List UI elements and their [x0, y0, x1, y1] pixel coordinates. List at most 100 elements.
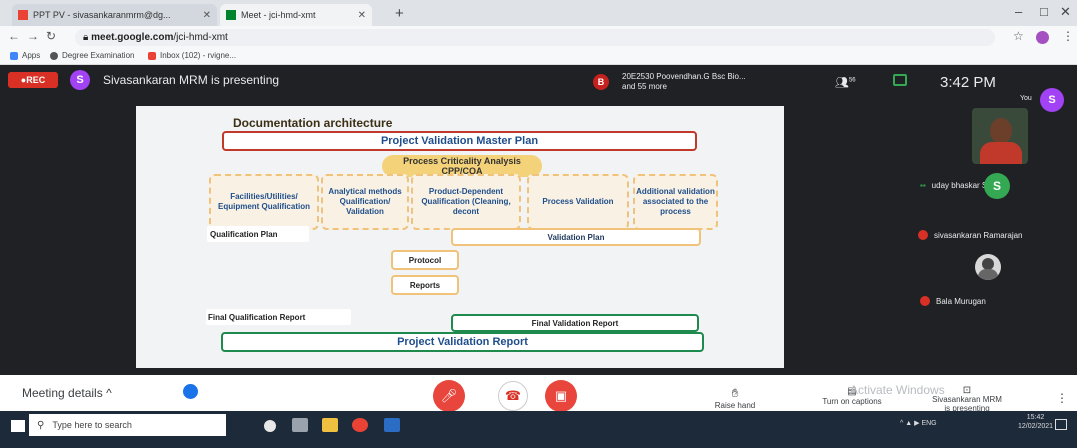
final-validation-report-box: Final Validation Report — [451, 314, 699, 332]
taskbar-clock[interactable]: 15:42 12/02/2021 — [1018, 413, 1053, 431]
leave-call-button[interactable]: ☎︎ — [498, 381, 528, 411]
reload-icon[interactable]: ↻ — [46, 29, 56, 43]
category-facilities: Facilities/Utilities/ Equipment Qualific… — [209, 174, 319, 230]
raise-hand-button[interactable]: ✋︎ Raise hand — [700, 386, 770, 410]
browser-tab-strip: PPT PV - sivasankaranmrm@dg... ✕ Meet - … — [0, 0, 1077, 26]
final-qualification-report-box: Final Qualification Report — [206, 309, 351, 325]
mic-toggle-button[interactable]: 🎤︎ — [433, 380, 465, 412]
join-notification[interactable]: 20E2530 Poovendhan.G Bsc Bio... and 55 m… — [622, 72, 746, 92]
meeting-details-button[interactable]: Meeting details ^ — [22, 386, 112, 400]
category-additional: Additional validation associated to the … — [633, 174, 718, 230]
gmail-icon — [18, 10, 28, 20]
apps-icon — [10, 51, 18, 60]
taskbar-date: 12/02/2021 — [1018, 423, 1054, 430]
globe-icon — [50, 51, 58, 60]
camera-off-icon: ▣ — [554, 388, 568, 403]
notification-center-icon[interactable] — [1055, 419, 1067, 430]
participant-name-sivasankaran: sivasankaran Ramarajan — [918, 230, 1023, 240]
browser-tab-meet[interactable]: Meet - jci-hmd-xmt ✕ — [220, 4, 372, 26]
camera-toggle-button[interactable]: ▣ — [545, 380, 577, 412]
qualification-plan-box: Qualification Plan — [207, 226, 309, 242]
search-placeholder: Type here to search — [52, 420, 132, 430]
people-count: 56 — [848, 77, 856, 84]
windows-start-icon[interactable] — [11, 420, 25, 432]
system-tray[interactable]: ^ ▲ ▶ ENG — [900, 419, 937, 427]
shield-icon[interactable] — [183, 384, 198, 399]
people-button[interactable]: 👥︎56 — [835, 76, 856, 89]
category-process-validation: Process Validation — [527, 174, 629, 230]
browser-tab-ppt[interactable]: PPT PV - sivasankaranmrm@dg... ✕ — [12, 4, 217, 26]
participant-name: Bala Murugan — [936, 296, 986, 306]
tab-label: Meet - jci-hmd-xmt — [241, 10, 316, 20]
protocol-box: Protocol — [391, 250, 459, 270]
close-icon[interactable]: ✕ — [203, 10, 211, 21]
speaking-icon: ▪︎▪︎ — [920, 181, 926, 190]
join-notification-avatar: B — [593, 74, 609, 90]
mic-off-icon — [918, 230, 928, 240]
presenter-avatar: S — [70, 70, 90, 90]
meeting-details-label: Meeting details — [22, 386, 103, 400]
language-indicator: ENG — [921, 420, 937, 427]
self-avatar[interactable]: S — [1040, 88, 1064, 112]
maximize-icon[interactable]: □ — [1040, 4, 1048, 19]
participant-name: sivasankaran Ramarajan — [934, 230, 1023, 240]
profile-avatar[interactable] — [1036, 31, 1049, 44]
cortana-icon[interactable] — [264, 420, 276, 432]
category-analytical: Analytical methods Qualification/ Valida… — [321, 174, 409, 230]
mic-off-icon: 🎤︎ — [440, 388, 458, 403]
bookmark-apps[interactable]: Apps — [10, 51, 40, 60]
participant-avatar-bala[interactable] — [975, 254, 1001, 280]
notification-line-1: 20E2530 Poovendhan.G Bsc Bio... — [622, 72, 746, 81]
forward-icon[interactable]: → — [27, 29, 39, 43]
minimize-icon[interactable]: – — [1015, 4, 1022, 19]
url-path: /jci-hmd-xmt — [173, 32, 228, 43]
bookmark-inbox[interactable]: Inbox (102) - rvigne... — [148, 51, 236, 60]
more-options-icon[interactable]: ⋮ — [1056, 391, 1068, 405]
task-view-icon[interactable] — [292, 418, 308, 432]
close-icon[interactable]: ✕ — [358, 10, 366, 21]
presenting-line-1: Sivasankaran MRM — [932, 395, 1002, 404]
participant-photo — [978, 269, 998, 280]
taskbar-search[interactable]: ⚲ Type here to search — [29, 414, 226, 436]
back-icon[interactable]: ← — [8, 29, 20, 43]
screen: PPT PV - sivasankaranmrm@dg... ✕ Meet - … — [0, 0, 1077, 448]
bookmark-degree-exam[interactable]: Degree Examination — [50, 51, 134, 60]
slide-title: Documentation architecture — [233, 116, 393, 130]
bookmarks-bar: Apps Degree Examination Inbox (102) - rv… — [0, 48, 1077, 65]
reports-box: Reports — [391, 275, 459, 295]
address-bar[interactable]: 🔒︎ meet.google.com/jci-hmd-xmt — [75, 29, 995, 46]
presenting-button[interactable]: ⊡ Sivasankaran MRM is presenting — [925, 385, 1009, 414]
chrome-icon[interactable] — [352, 418, 368, 432]
participant-video-uday[interactable] — [972, 108, 1028, 164]
chat-icon[interactable] — [893, 74, 907, 86]
file-explorer-icon[interactable] — [322, 418, 338, 432]
bookmark-star-icon[interactable]: ☆ — [1013, 29, 1024, 43]
bookmark-label: Inbox (102) - rvigne... — [160, 51, 237, 60]
tab-label: PPT PV - sivasankaranmrm@dg... — [33, 10, 171, 20]
participant-photo — [990, 118, 1012, 144]
project-validation-report-box: Project Validation Report — [221, 332, 704, 352]
chevron-up-icon: ^ — [106, 386, 112, 400]
phone-icon: ☎︎ — [504, 388, 522, 403]
validation-plan-box: Validation Plan — [451, 228, 701, 246]
hand-icon: ✋︎ — [731, 386, 739, 400]
rec-label: REC — [26, 75, 46, 85]
self-view-label: You — [1020, 95, 1032, 102]
participant-avatar-sivasankaran[interactable]: S — [984, 173, 1010, 199]
url-host: meet.google.com — [91, 32, 174, 43]
bookmark-label: Apps — [22, 51, 41, 60]
captions-label: Turn on captions — [822, 397, 882, 406]
meeting-clock: 3:42 PM — [940, 74, 996, 91]
word-icon[interactable] — [384, 418, 400, 432]
present-icon: ⊡ — [962, 385, 972, 396]
bookmark-label: Degree Examination — [62, 51, 135, 60]
close-window-icon[interactable]: ✕ — [1060, 4, 1071, 20]
new-tab-button[interactable]: + — [395, 5, 404, 22]
browser-menu-icon[interactable]: ⋮ — [1062, 29, 1074, 43]
browser-toolbar: ← → ↻ 🔒︎ meet.google.com/jci-hmd-xmt — [0, 26, 1077, 48]
category-product-dependent: Product-Dependent Qualification (Cleanin… — [411, 174, 521, 230]
notification-line-2: and 55 more — [622, 82, 667, 91]
criticality-line-1: Process Criticality Analysis — [403, 156, 521, 166]
lock-icon: 🔒︎ — [83, 32, 92, 43]
master-plan-box: Project Validation Master Plan — [222, 131, 697, 151]
